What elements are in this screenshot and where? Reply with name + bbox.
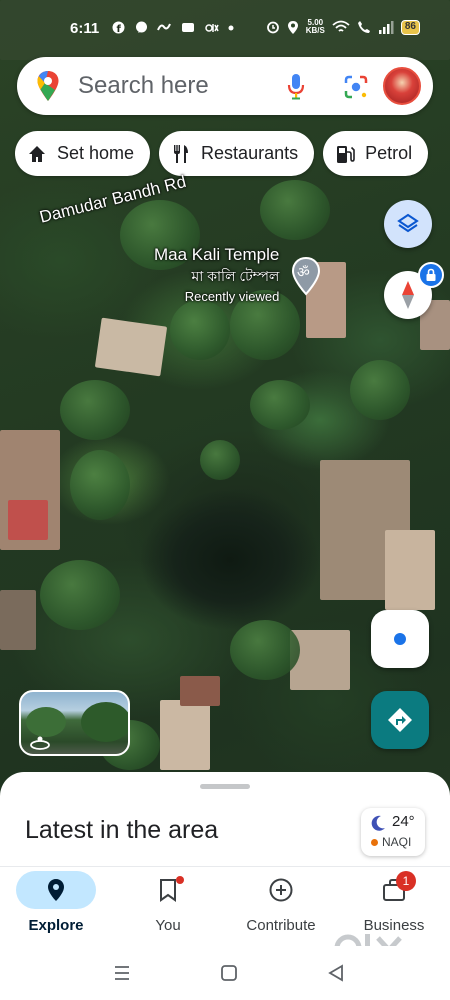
my-location-button[interactable]: [371, 610, 429, 668]
alarm-icon: [266, 21, 279, 34]
svg-text:ॐ: ॐ: [297, 265, 310, 281]
map-tree: [70, 450, 130, 520]
map-building: [180, 676, 220, 706]
map-tree: [230, 620, 300, 680]
network-speed-unit: KB/S: [305, 26, 325, 35]
bottom-sheet[interactable]: Latest in the area 24° NAQI: [0, 772, 450, 872]
map-building: [160, 700, 210, 770]
map-building: [8, 500, 48, 540]
notification-icons: f: [112, 21, 234, 37]
lock-icon: [426, 268, 436, 281]
gas-station-icon: [337, 145, 355, 163]
recent-apps-icon[interactable]: [112, 963, 132, 983]
map-tree: [170, 300, 230, 360]
system-navigation-bar: [0, 946, 450, 1000]
map-tree: [60, 380, 130, 440]
google-lens-icon[interactable]: [343, 74, 369, 100]
map-tree: [260, 180, 330, 240]
weather-chip[interactable]: 24° NAQI: [361, 808, 425, 856]
business-count-badge: 1: [396, 871, 416, 891]
facebook-icon: f: [112, 21, 126, 35]
place-local-name: মা কালি টেম্পল: [191, 268, 280, 284]
nav-label: Contribute: [246, 917, 316, 934]
message-icon: [181, 23, 194, 32]
explore-pin-icon: [48, 879, 64, 901]
network-speed: 5.00 KB/S: [306, 19, 325, 35]
chip-petrol[interactable]: Petrol: [323, 131, 429, 176]
google-maps-logo-icon: [37, 71, 59, 101]
back-icon[interactable]: [326, 963, 346, 983]
lock-badge[interactable]: [418, 262, 444, 288]
olx-notification-icon: [204, 24, 219, 32]
location-status-icon: [287, 20, 298, 34]
category-chips: Set home Restaurants Petrol: [15, 131, 429, 176]
map-building: [290, 630, 350, 690]
chip-label: Petrol: [365, 143, 413, 163]
layers-button[interactable]: [384, 200, 432, 248]
place-name: Maa Kali Temple: [154, 245, 280, 264]
chip-restaurants[interactable]: Restaurants: [159, 131, 315, 176]
thumb-foliage: [26, 707, 66, 737]
nav-you[interactable]: You: [112, 867, 224, 947]
map-tree: [200, 440, 240, 480]
map-building: [385, 530, 435, 610]
map-tree: [40, 560, 120, 630]
search-bar[interactable]: Search here: [17, 57, 433, 115]
notification-dot-badge: [176, 876, 184, 884]
status-time: 6:11: [70, 20, 100, 37]
svg-text:f: f: [117, 24, 126, 34]
restaurant-icon: [174, 144, 189, 163]
chat-icon: [135, 21, 147, 33]
om-temple-icon[interactable]: ॐ: [290, 256, 322, 296]
status-right: 5.00 KB/S 86: [266, 19, 420, 35]
place-subtitle: Recently viewed: [184, 289, 280, 304]
map-tree: [250, 380, 310, 430]
directions-icon: [388, 708, 412, 732]
mic-icon[interactable]: [287, 73, 305, 100]
thumb-foliage: [81, 702, 128, 742]
map-tree: [350, 360, 410, 420]
signal-icon: [378, 20, 394, 34]
search-input[interactable]: Search here: [78, 72, 209, 100]
map-building: [94, 317, 168, 377]
home-icon: [29, 145, 45, 162]
nav-label: Explore: [28, 917, 84, 934]
call-icon: [357, 21, 370, 33]
nav-label: You: [155, 917, 181, 934]
chip-label: Set home: [57, 143, 135, 163]
app-notification-icon: [157, 23, 172, 31]
map-building: [0, 590, 36, 650]
add-circle-icon: [269, 878, 293, 902]
sheet-drag-handle[interactable]: [200, 784, 250, 789]
nav-explore[interactable]: Explore: [0, 867, 112, 947]
more-dot-icon: [228, 25, 234, 31]
directions-button[interactable]: [371, 691, 429, 749]
battery-indicator: 86: [400, 19, 420, 35]
sheet-title: Latest in the area: [25, 816, 219, 844]
place-label-maa-kali-temple[interactable]: Maa Kali Temple মা কালি টেম্পল Recently …: [154, 245, 279, 304]
avatar[interactable]: [383, 67, 421, 105]
layers-icon: [397, 213, 419, 233]
status-bar: 6:11 f 5.00 KB/S 86: [0, 0, 450, 58]
moon-icon: [371, 815, 385, 831]
aqi-indicator: [371, 839, 378, 846]
chip-label: Restaurants: [201, 143, 299, 163]
compass-icon: [402, 281, 414, 309]
weather-temperature: 24°: [392, 813, 415, 830]
wifi-icon: [332, 20, 350, 32]
aqi-label: NAQI: [382, 835, 412, 849]
chip-set-home[interactable]: Set home: [15, 131, 151, 176]
360-view-icon: [30, 736, 50, 750]
my-location-icon: [394, 633, 406, 645]
street-view-thumbnail[interactable]: [19, 690, 130, 756]
nav-contribute[interactable]: Contribute: [225, 867, 337, 947]
home-button-icon[interactable]: [219, 963, 239, 983]
